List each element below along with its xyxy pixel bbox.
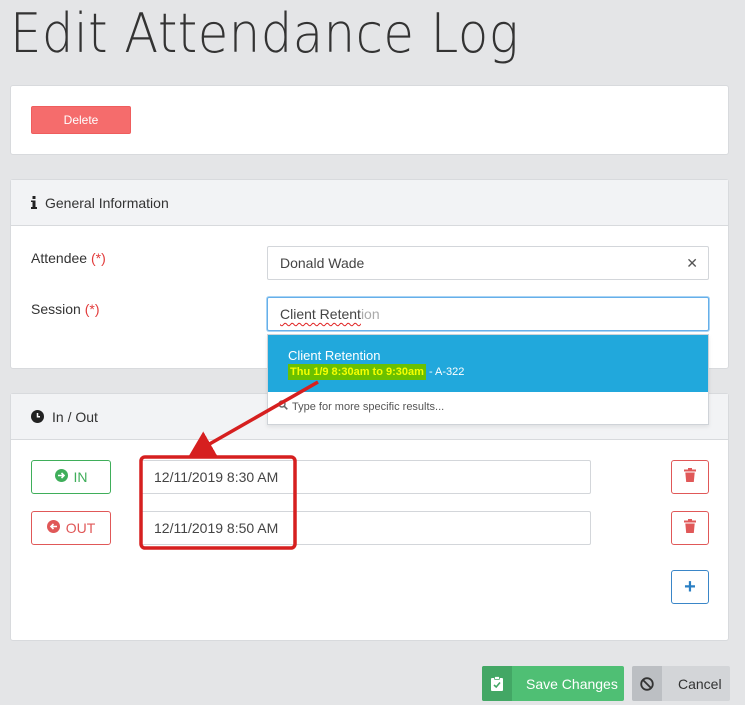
plus-icon: +: [684, 575, 696, 598]
delete-in-button[interactable]: [671, 460, 709, 494]
required-marker: (*): [90, 250, 106, 266]
session-label-text: Session: [31, 301, 81, 317]
in-time-input[interactable]: 12/11/2019 8:30 AM: [141, 460, 591, 494]
session-autocomplete-ghost: ion: [360, 306, 380, 322]
delete-button[interactable]: Delete: [31, 106, 131, 134]
arrow-left-circle-icon: [46, 520, 60, 536]
session-dropdown: Client Retention Thu 1/9 8:30am to 9:30a…: [267, 334, 709, 425]
add-time-button[interactable]: +: [671, 570, 709, 604]
attendee-value: Donald Wade: [280, 255, 365, 271]
cancel-button[interactable]: Cancel: [632, 666, 730, 701]
trash-icon: [684, 467, 696, 487]
out-time-input[interactable]: 12/11/2019 8:50 AM: [141, 511, 591, 545]
session-input[interactable]: Client Retention: [267, 297, 709, 331]
out-time-value: 12/11/2019 8:50 AM: [154, 520, 279, 536]
delete-out-button[interactable]: [671, 511, 709, 545]
dropdown-option-client-retention[interactable]: Client Retention Thu 1/9 8:30am to 9:30a…: [268, 335, 708, 392]
clock-icon: [31, 410, 44, 423]
in-time-value: 12/11/2019 8:30 AM: [154, 469, 279, 485]
out-button-label: OUT: [65, 520, 96, 536]
save-changes-label: Save Changes: [526, 675, 618, 692]
cancel-label: Cancel: [678, 675, 722, 692]
session-typed-value: Client Retent: [280, 306, 361, 322]
search-icon: [278, 400, 288, 413]
in-out-title: In / Out: [52, 408, 98, 425]
clipboard-check-icon: [482, 666, 512, 701]
page-title: Edit Attendance Log: [10, 2, 520, 65]
option-room: - A-322: [425, 366, 465, 378]
option-details: Thu 1/9 8:30am to 9:30am - A-322: [288, 364, 708, 380]
arrow-right-circle-icon: [54, 469, 68, 485]
option-time-highlight: Thu 1/9 8:30am to 9:30am: [288, 364, 426, 380]
attendee-label: Attendee (*): [31, 250, 106, 266]
attendee-label-text: Attendee: [31, 250, 88, 266]
actions-card: Delete: [10, 85, 729, 155]
option-title: Client Retention: [288, 348, 381, 363]
session-typed-text: Client Retention: [280, 306, 380, 322]
ban-icon: [632, 666, 662, 701]
attendee-select[interactable]: Donald Wade ✕: [267, 246, 709, 280]
session-label: Session (*): [31, 301, 99, 317]
out-button[interactable]: OUT: [31, 511, 111, 545]
dropdown-hint: Type for more specific results...: [268, 392, 708, 413]
general-information-header: General Information: [11, 180, 728, 226]
trash-icon: [684, 518, 696, 538]
info-icon: [31, 196, 37, 209]
clear-attendee-icon[interactable]: ✕: [686, 255, 698, 272]
save-changes-button[interactable]: Save Changes: [482, 666, 624, 701]
required-marker: (*): [84, 301, 100, 317]
dropdown-hint-text: Type for more specific results...: [292, 400, 445, 413]
general-information-title: General Information: [45, 194, 169, 211]
in-out-card: In / Out IN 12/11/2019 8:30 AM OUT 12/11…: [10, 393, 729, 641]
in-button[interactable]: IN: [31, 460, 111, 494]
in-button-label: IN: [73, 469, 88, 485]
